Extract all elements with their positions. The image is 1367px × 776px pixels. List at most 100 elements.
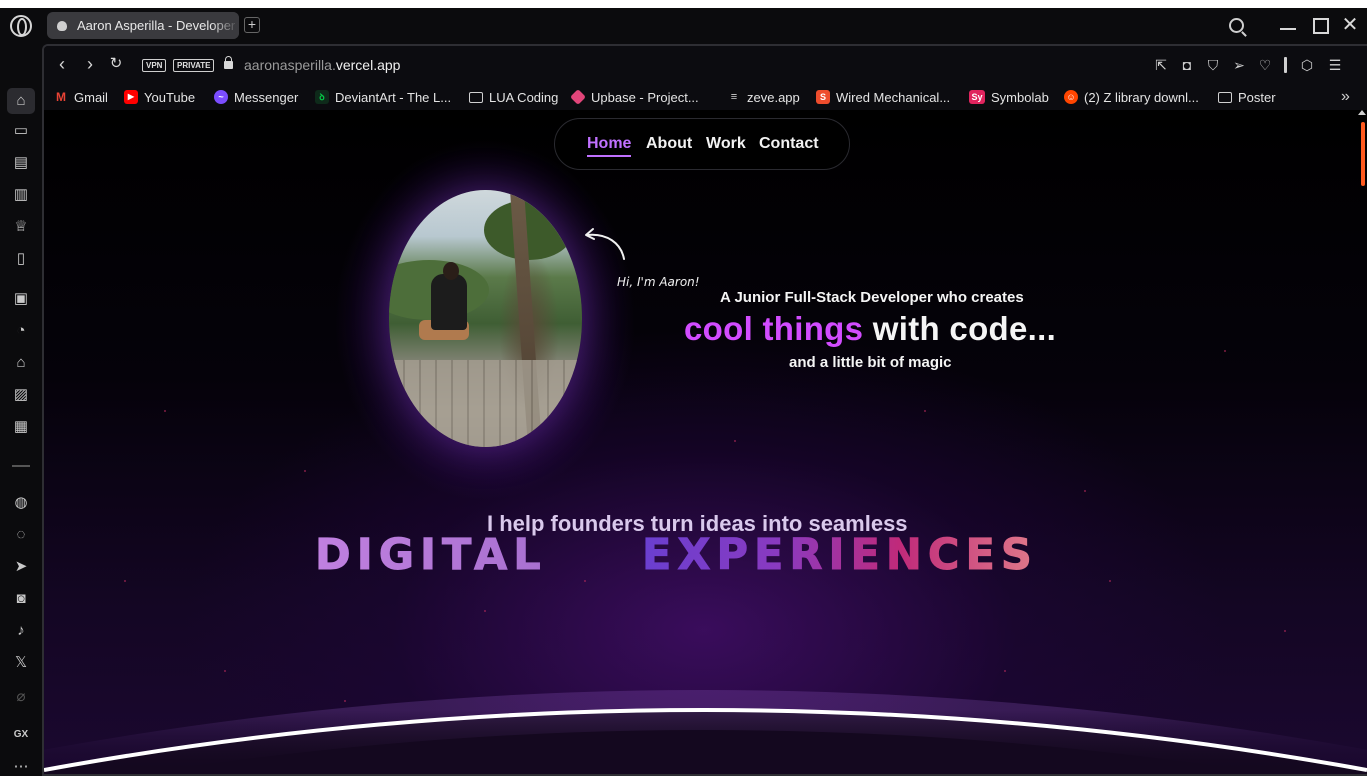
bookmark-lua-coding[interactable]: LUA Coding <box>469 88 558 106</box>
opera-menu-icon[interactable] <box>10 15 32 37</box>
bookmark-label: Gmail <box>74 89 108 105</box>
book-icon[interactable]: ▯ <box>11 250 31 268</box>
scroll-up-arrow-icon[interactable] <box>1358 110 1366 115</box>
headline-rest: with code... <box>863 310 1057 347</box>
new-tab-button[interactable]: + <box>244 17 260 33</box>
close-window-button[interactable]: ✕ <box>1338 14 1362 38</box>
speed-dial-icon[interactable]: ◔ <box>11 322 31 340</box>
bookmark-zeve[interactable]: ≡ zeve.app <box>727 88 800 106</box>
star-particle <box>1284 630 1286 632</box>
game-card-icon[interactable]: ▣ <box>11 290 31 308</box>
nav-about[interactable]: About <box>646 135 692 153</box>
hero-headline: cool things with code... <box>684 310 1056 348</box>
more-options-icon[interactable]: ⋯ <box>11 758 31 776</box>
back-icon[interactable]: ‹ <box>52 54 72 74</box>
big-word-digital: DIGITAL <box>315 530 547 581</box>
bookmark-youtube[interactable]: ▶ YouTube <box>124 88 195 106</box>
bookmark-messenger[interactable]: ~ Messenger <box>214 88 298 106</box>
symbolab-icon: Sy <box>969 90 985 104</box>
x-twitter-icon[interactable]: 𝕏 <box>11 654 31 672</box>
easy-setup-icon[interactable]: ☰ <box>1326 56 1344 74</box>
bookmark-symbolab[interactable]: Sy Symbolab <box>969 88 1049 106</box>
scroll-thumb[interactable] <box>1361 122 1365 186</box>
reddit-icon: ☺ <box>1064 90 1078 104</box>
maximize-button[interactable] <box>1307 14 1331 38</box>
star-particle <box>924 410 926 412</box>
nav-home[interactable]: Home <box>587 135 632 157</box>
tab-favicon-icon <box>57 20 67 31</box>
folder-icon <box>469 91 483 103</box>
star-particle <box>1224 350 1226 352</box>
minimize-button[interactable] <box>1276 14 1300 38</box>
nav-contact[interactable]: Contact <box>759 135 819 153</box>
page-scrollbar[interactable] <box>1357 110 1367 774</box>
star-particle <box>484 610 486 612</box>
folder-icon <box>1218 91 1232 103</box>
bookmark-upbase[interactable]: Upbase - Project... <box>570 88 699 106</box>
address-bar[interactable]: aaronasperilla.vercel.app <box>244 57 400 73</box>
star-particle <box>1084 490 1086 492</box>
bookmark-gmail[interactable]: M Gmail <box>54 88 108 106</box>
bookmark-wired-mechanical[interactable]: S Wired Mechanical... <box>816 88 950 106</box>
hero-subline: and a little bit of magic <box>789 354 952 371</box>
bookmark-deviantart[interactable]: ꝺ DeviantArt - The L... <box>315 88 451 106</box>
hero-tagline: A Junior Full-Stack Developer who create… <box>720 289 1024 306</box>
tab-search-icon[interactable] <box>1229 18 1244 33</box>
adblock-shield-icon[interactable]: ⛉ <box>1204 56 1222 74</box>
bookmark-poster[interactable]: Poster <box>1218 88 1276 106</box>
bookmarks-bar: M Gmail ▶ YouTube ~ Messenger ꝺ DeviantArt -… <box>44 84 1367 110</box>
address-toolbar: ‹ › ↻ VPN PRIVATE aaronasperilla.vercel.… <box>44 46 1367 84</box>
bookmark-label: Wired Mechanical... <box>836 89 951 105</box>
tab-active[interactable]: Aaron Asperilla - Developer <box>47 12 239 39</box>
send-icon[interactable]: ➢ <box>1230 56 1248 74</box>
content-frame: ‹ › ↻ VPN PRIVATE aaronasperilla.vercel.… <box>42 44 1367 776</box>
messenger-icon[interactable]: ◍ <box>11 494 31 512</box>
url-prefix: aaronasperilla. <box>244 57 336 73</box>
bookmark-label: Poster <box>1238 89 1276 105</box>
gaming-controller-icon[interactable]: ▭ <box>11 122 31 140</box>
ram-limiter-icon[interactable]: ▦ <box>11 418 31 436</box>
disabled-extension-icon[interactable]: ⌀ <box>11 688 31 706</box>
gx-corner-icon[interactable]: GX <box>11 726 31 744</box>
gmail-icon: M <box>56 90 66 104</box>
share-icon[interactable]: ⇱ <box>1152 56 1170 74</box>
bookmark-label: Symbolab <box>991 89 1049 105</box>
notes-icon[interactable]: ▤ <box>11 154 31 172</box>
reload-icon[interactable]: ↻ <box>106 54 126 74</box>
bookmark-label: Upbase - Project... <box>591 89 699 105</box>
network-limiter-icon[interactable]: ▨ <box>11 386 31 404</box>
bookmark-zlibrary[interactable]: ☺ (2) Z library downl... <box>1064 88 1199 106</box>
tab-title: Aaron Asperilla - Developer <box>77 18 236 33</box>
tab-bar: Aaron Asperilla - Developer + ✕ <box>0 8 1367 44</box>
tree-foliage <box>484 200 574 260</box>
forward-icon[interactable]: › <box>80 54 100 74</box>
nav-work[interactable]: Work <box>706 135 746 153</box>
snapshot-camera-icon[interactable]: ◘ <box>1178 56 1196 74</box>
cleaner-icon[interactable]: ⌂ <box>11 354 31 372</box>
shopee-icon: S <box>816 90 830 104</box>
bookmark-label: DeviantArt - The L... <box>335 89 452 105</box>
crown-icon[interactable]: ♕ <box>11 218 31 236</box>
lock-icon[interactable] <box>224 56 233 69</box>
home-icon[interactable]: ⌂ <box>7 88 35 114</box>
tiktok-icon[interactable]: ♪ <box>11 622 31 640</box>
telegram-icon[interactable]: ➤ <box>11 558 31 576</box>
deviantart-icon: ꝺ <box>315 90 329 104</box>
messenger-icon: ~ <box>214 90 228 104</box>
star-particle <box>304 470 306 472</box>
extensions-cube-icon[interactable]: ⬡ <box>1298 56 1316 74</box>
bookmark-label: zeve.app <box>747 89 800 105</box>
headline-accent: cool things <box>684 310 864 347</box>
profile-photo <box>389 190 582 447</box>
vpn-badge[interactable]: VPN <box>142 59 167 72</box>
website-viewport: Home About Work Contact Hi, I'm Aaron! A… <box>44 110 1367 774</box>
workspace-icon[interactable]: ▥ <box>11 186 31 204</box>
instagram-icon[interactable]: ◙ <box>11 590 31 608</box>
curved-arrow-icon <box>585 228 625 260</box>
heart-icon[interactable]: ♡ <box>1256 56 1274 74</box>
person-body <box>431 274 467 330</box>
bookmarks-overflow-icon[interactable]: » <box>1341 88 1350 106</box>
star-particle <box>584 580 586 582</box>
whatsapp-icon[interactable]: ◌ <box>11 526 31 544</box>
sidebar: ⌂ ▭ ▤ ▥ ♕ ▯ ▣ ◔ ⌂ ▨ ▦ ◍ ◌ ➤ ◙ ♪ 𝕏 ⌀ GX ⋯ <box>0 44 42 776</box>
